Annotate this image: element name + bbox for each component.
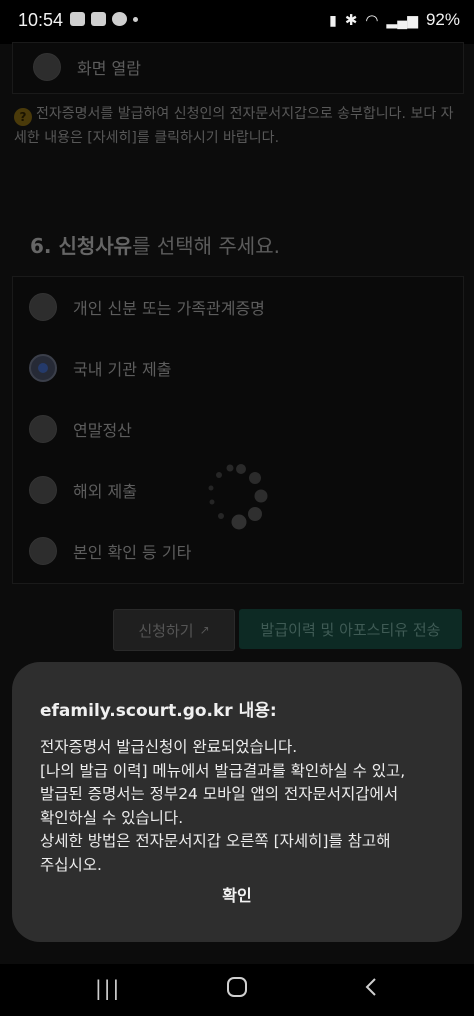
option-year-end-tax[interactable]: 연말정산 xyxy=(29,415,132,443)
option-other[interactable]: 본인 확인 등 기타 xyxy=(29,537,191,565)
radio-button[interactable] xyxy=(29,293,57,321)
option-screen-view[interactable]: 화면 열람 xyxy=(33,53,141,81)
system-icons: ▮ ✱ ◠ ▂▄▆ 92% xyxy=(329,10,460,30)
option-domestic-agency[interactable]: 국내 기관 제출 xyxy=(29,354,172,382)
notification-icons xyxy=(70,12,138,26)
status-bar: 10:54 ▮ ✱ ◠ ▂▄▆ 92% xyxy=(0,0,474,44)
apply-button[interactable]: 신청하기 ↗ xyxy=(113,609,235,651)
question-icon: ? xyxy=(14,108,32,126)
radio-button[interactable] xyxy=(29,476,57,504)
alert-dialog: efamily.scourt.go.kr 내용: 전자증명서 발급신청이 완료되… xyxy=(12,662,462,942)
battery-saver-icon: ▮ xyxy=(329,11,337,28)
back-icon[interactable] xyxy=(364,976,378,1004)
wifi-icon: ◠ xyxy=(365,12,379,29)
radio-button[interactable] xyxy=(33,53,61,81)
bluetooth-icon: ✱ xyxy=(344,12,358,29)
dialog-ok-button[interactable]: 확인 xyxy=(12,882,462,906)
chat-notification-icon xyxy=(112,12,127,26)
reason-options-box: 개인 신분 또는 가족관계증명 국내 기관 제출 연말정산 해외 제출 본인 확… xyxy=(12,276,464,584)
radio-button[interactable] xyxy=(29,415,57,443)
signal-icon: ▂▄▆ xyxy=(386,11,418,28)
view-method-box: 화면 열람 xyxy=(12,42,464,94)
gallery-notification-icon xyxy=(70,12,85,26)
loading-spinner-icon xyxy=(208,464,268,530)
radio-button-selected[interactable] xyxy=(29,354,57,382)
battery-percent: 92% xyxy=(425,10,460,29)
radio-button[interactable] xyxy=(29,537,57,565)
notice-text: ? 전자증명서를 발급하여 신청인의 전자문서지갑으로 송부합니다. 보다 자세한… xyxy=(14,106,454,146)
history-apostille-button[interactable]: 발급이력 및 아포스티유 전송 xyxy=(239,609,462,649)
option-overseas[interactable]: 해외 제출 xyxy=(29,476,137,504)
section-title: 6. 신청사유를 선택해 주세요. xyxy=(30,234,280,258)
navigation-bar: ||| xyxy=(0,964,474,1016)
dialog-title: efamily.scourt.go.kr 내용: xyxy=(40,701,277,721)
more-notifications-icon xyxy=(133,16,138,22)
recent-apps-icon[interactable]: ||| xyxy=(95,976,121,1000)
option-personal-identity[interactable]: 개인 신분 또는 가족관계증명 xyxy=(29,293,265,321)
external-link-icon: ↗ xyxy=(199,623,210,637)
home-icon[interactable] xyxy=(226,976,248,1004)
dialog-message: 전자증명서 발급신청이 완료되었습니다. [나의 발급 이력] 메뉴에서 발급결… xyxy=(40,738,406,874)
status-time: 10:54 xyxy=(18,10,64,30)
app-notification-icon xyxy=(91,12,106,26)
